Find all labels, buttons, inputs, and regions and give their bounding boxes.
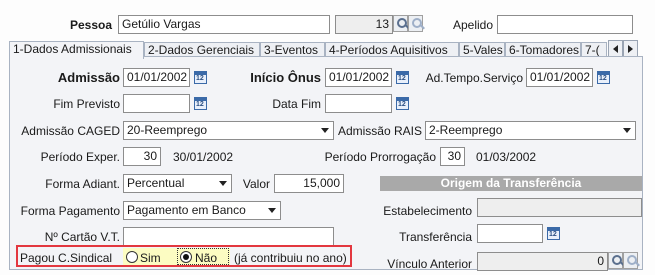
fim-previsto-field[interactable]	[123, 94, 190, 113]
inicio-onus-label: Início Ônus	[250, 70, 321, 85]
search-icon	[627, 255, 637, 265]
pagou-sim-radio[interactable]	[126, 251, 138, 263]
ad-tempo-servico-field[interactable]: 01/01/2002	[526, 68, 593, 87]
calendar-icon[interactable]: 12	[396, 71, 409, 84]
chevron-down-icon	[321, 128, 329, 133]
employee-form-window: Pessoa Getúlio Vargas 13 Apelido 1-Dados…	[0, 0, 655, 275]
data-fim-field[interactable]	[325, 94, 392, 113]
valor-label: Valor	[242, 177, 270, 191]
pagou-sindical-label: Pagou C.Sindical	[20, 251, 113, 265]
admissao-rais-value: 2-Reemprego	[429, 123, 503, 137]
cartao-vt-label: Nº Cartão V.T.	[44, 230, 120, 244]
search-icon	[412, 18, 422, 28]
search-vinculo-button[interactable]	[608, 252, 623, 269]
pagou-nao-radio[interactable]	[180, 251, 192, 263]
search-pessoa-alt-button[interactable]	[408, 15, 423, 32]
periodo-exper-date: 30/01/2002	[173, 150, 234, 164]
periodo-prorrogacao-label: Período Prorrogação	[324, 150, 436, 164]
valor-field[interactable]: 15,000	[274, 174, 344, 193]
periodo-exper-field[interactable]: 30	[123, 147, 161, 166]
admissao-rais-select[interactable]: 2-Reemprego	[425, 121, 636, 140]
pessoa-code-field[interactable]: 13	[335, 15, 393, 34]
admissao-rais-label: Admissão RAIS	[337, 124, 422, 138]
tab-dados-admissionais[interactable]: 1-Dados Admissionais	[9, 41, 144, 59]
search-vinculo-alt-button[interactable]	[623, 252, 638, 269]
vinculo-anterior-field[interactable]: 0	[477, 252, 608, 271]
search-pessoa-button[interactable]	[393, 15, 408, 32]
cartao-vt-field[interactable]	[123, 227, 334, 246]
tab-scroll-right-button[interactable]	[623, 40, 638, 57]
chevron-down-icon	[623, 128, 631, 133]
periodo-exper-label: Período Exper.	[40, 150, 120, 164]
apelido-label: Apelido	[453, 18, 494, 32]
pagou-note: (já contribuiu no ano)	[234, 251, 347, 265]
data-fim-label: Data Fim	[272, 97, 321, 111]
pagou-nao-label[interactable]: Não	[195, 251, 217, 265]
forma-adiant-value: Percentual	[127, 176, 185, 190]
tab-scroll-left-button[interactable]	[608, 40, 623, 57]
pagou-sim-label[interactable]: Sim	[140, 251, 161, 265]
forma-pagamento-value: Pagamento em Banco	[127, 203, 246, 217]
admissao-field[interactable]: 01/01/2002	[123, 68, 190, 87]
chevron-down-icon	[219, 181, 227, 186]
fim-previsto-label: Fim Previsto	[53, 97, 120, 111]
arrow-left-icon	[613, 45, 618, 53]
vinculo-anterior-label: Vínculo Anterior	[387, 257, 472, 271]
forma-pagamento-select[interactable]: Pagamento em Banco	[123, 201, 281, 220]
transferencia-field[interactable]	[477, 224, 543, 243]
vinculo-anterior-value: 0	[597, 254, 604, 268]
forma-adiant-select[interactable]: Percentual	[123, 174, 232, 193]
admissao-caged-select[interactable]: 20-Reemprego	[123, 121, 334, 140]
ad-tempo-servico-label: Ad.Tempo.Serviço	[425, 71, 523, 85]
periodo-prorrogacao-date: 01/03/2002	[476, 150, 537, 164]
pessoa-field[interactable]: Getúlio Vargas	[118, 15, 330, 34]
estabelecimento-field[interactable]	[477, 198, 642, 217]
admissao-caged-label: Admissão CAGED	[21, 124, 120, 138]
inicio-onus-field[interactable]: 01/01/2002	[325, 68, 392, 87]
forma-adiant-label: Forma Adiant.	[45, 177, 120, 191]
chevron-down-icon	[268, 208, 276, 213]
pessoa-label: Pessoa	[70, 18, 113, 32]
calendar-icon[interactable]: 12	[547, 227, 560, 240]
apelido-field[interactable]	[497, 15, 633, 34]
calendar-icon[interactable]: 12	[597, 71, 610, 84]
admissao-label: Admissão	[57, 70, 120, 85]
origem-transferencia-header: Origem da Transferência	[380, 176, 642, 191]
admissao-caged-value: 20-Reemprego	[127, 123, 208, 137]
calendar-icon[interactable]: 12	[194, 97, 207, 110]
periodo-prorrogacao-field[interactable]: 30	[440, 147, 465, 166]
search-icon	[612, 255, 622, 265]
transferencia-label: Transferência	[399, 230, 472, 244]
calendar-icon[interactable]: 12	[396, 97, 409, 110]
calendar-icon[interactable]: 12	[194, 71, 207, 84]
estabelecimento-label: Estabelecimento	[383, 204, 472, 218]
search-icon	[397, 18, 407, 28]
forma-pagamento-label: Forma Pagamento	[20, 204, 120, 218]
arrow-right-icon	[628, 45, 633, 53]
